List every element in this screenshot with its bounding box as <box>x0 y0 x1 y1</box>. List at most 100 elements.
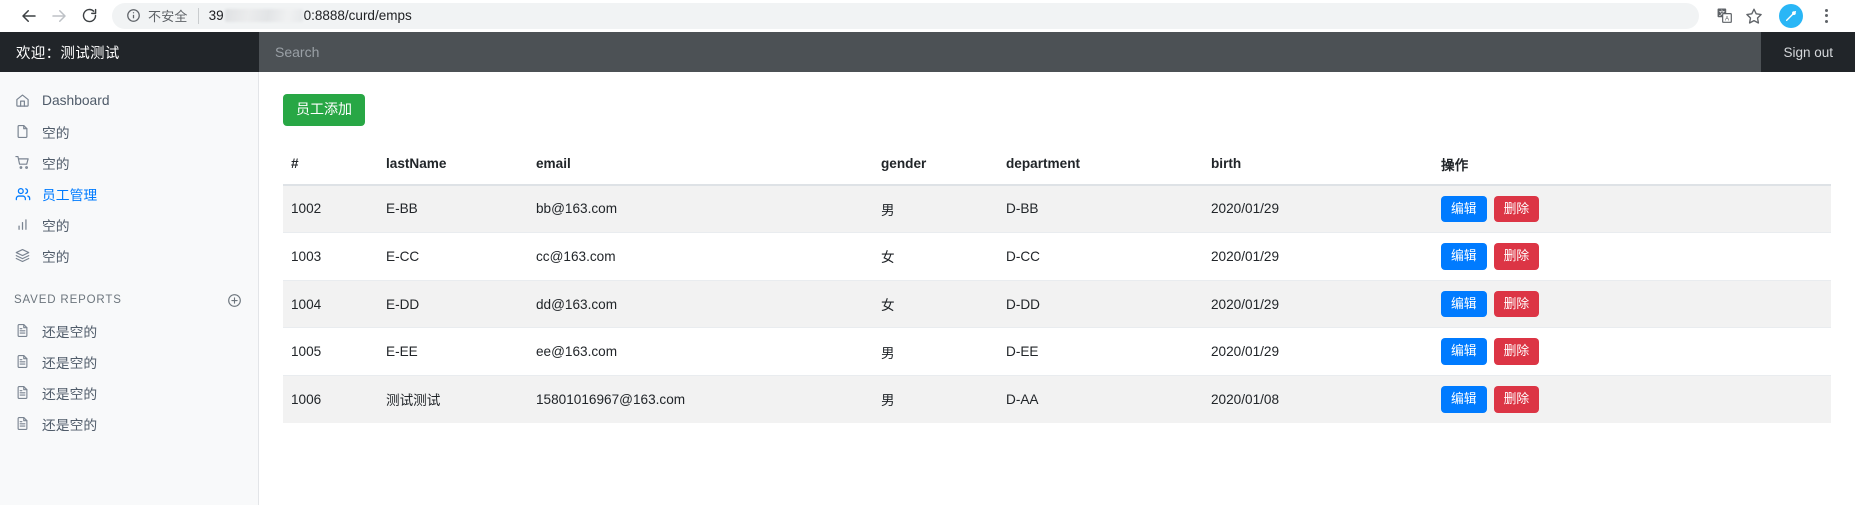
file-text-icon <box>14 353 31 370</box>
translate-button[interactable]: 文 A <box>1709 3 1739 29</box>
sidebar-item-dashboard[interactable]: Dashboard <box>0 85 258 116</box>
sidebar-report-item-2[interactable]: 还是空的 <box>0 346 258 377</box>
sign-out-button[interactable]: Sign out <box>1761 32 1855 72</box>
column-header-department: department <box>998 144 1203 186</box>
cell-id: 1005 <box>283 327 378 376</box>
column-header-birth: birth <box>1203 144 1433 186</box>
cell-operations: 编辑 删除 <box>1433 374 1831 423</box>
saved-reports-section-header: SAVED REPORTS <box>0 285 258 315</box>
sidebar-item-label: 空的 <box>42 218 70 234</box>
column-header-gender: gender <box>873 144 998 186</box>
cell-id: 1003 <box>283 232 378 281</box>
sidebar-item-cart[interactable]: 空的 <box>0 147 258 178</box>
edit-button[interactable]: 编辑 <box>1441 386 1487 413</box>
cell-department: D-CC <box>998 232 1203 281</box>
file-text-icon <box>14 384 31 401</box>
cell-department: D-DD <box>998 279 1203 328</box>
cell-birth: 2020/01/29 <box>1203 279 1433 328</box>
edit-button[interactable]: 编辑 <box>1441 195 1487 223</box>
sidebar-item-label: 员工管理 <box>42 187 98 203</box>
column-header-operations: 操作 <box>1433 144 1831 186</box>
info-circle-icon <box>126 8 141 23</box>
table-row: 1002 E-BB bb@163.com 男 D-BB 2020/01/29 编… <box>283 183 1831 233</box>
delete-button[interactable]: 删除 <box>1493 290 1540 318</box>
cell-birth: 2020/01/29 <box>1203 232 1433 281</box>
table-row: 1004 E-DD dd@163.com 女 D-DD 2020/01/29 编… <box>283 279 1831 328</box>
cell-email: ee@163.com <box>528 327 873 376</box>
sidebar-report-item-4[interactable]: 还是空的 <box>0 408 258 439</box>
security-status-label: 不安全 <box>148 9 188 24</box>
sidebar-item-chart[interactable]: 空的 <box>0 209 258 240</box>
url-redacted-segment <box>224 9 303 22</box>
edit-button[interactable]: 编辑 <box>1441 338 1487 365</box>
column-header-email: email <box>528 144 873 186</box>
cell-id: 1006 <box>283 374 378 423</box>
cell-gender: 女 <box>873 232 998 281</box>
search-container <box>259 32 1762 72</box>
cell-gender: 女 <box>873 279 998 328</box>
cell-department: D-BB <box>998 183 1203 233</box>
add-employee-button[interactable]: 员工添加 <box>283 94 365 126</box>
delete-button[interactable]: 删除 <box>1493 338 1540 365</box>
back-button[interactable] <box>14 3 44 29</box>
forward-button[interactable] <box>44 3 74 29</box>
search-input[interactable] <box>259 32 1762 72</box>
plus-circle-icon <box>228 293 241 307</box>
sidebar-item-label: Dashboard <box>42 93 110 108</box>
sidebar-report-label: 还是空的 <box>42 355 98 371</box>
url-prefix: 39 <box>208 8 224 23</box>
reload-button[interactable] <box>74 3 104 29</box>
table-row: 1006 测试测试 15801016967@163.com 男 D-AA 202… <box>283 374 1831 423</box>
employee-table: # lastName email gender department birth… <box>283 144 1831 423</box>
cell-operations: 编辑 删除 <box>1433 232 1831 281</box>
cell-gender: 男 <box>873 327 998 376</box>
address-bar[interactable]: 不安全 39 0:8888/curd/emps <box>112 2 1699 29</box>
bookmark-button[interactable] <box>1739 3 1769 29</box>
three-dot-menu-icon <box>1824 8 1828 23</box>
column-header-id: # <box>283 144 378 186</box>
delete-button[interactable]: 删除 <box>1493 195 1540 223</box>
add-report-button[interactable] <box>227 293 242 308</box>
sidebar-item-employee-management[interactable]: 员工管理 <box>0 178 258 209</box>
cell-operations: 编辑 删除 <box>1433 279 1831 328</box>
browser-menu-button[interactable] <box>1811 3 1841 29</box>
sidebar-report-label: 还是空的 <box>42 417 98 433</box>
cell-lastname: E-CC <box>378 232 528 281</box>
file-text-icon <box>14 322 31 339</box>
shopping-cart-icon <box>14 154 31 171</box>
edit-button[interactable]: 编辑 <box>1441 290 1487 318</box>
cell-id: 1002 <box>283 183 378 233</box>
users-icon <box>14 185 31 202</box>
translate-icon: 文 A <box>1717 8 1732 23</box>
cell-birth: 2020/01/08 <box>1203 374 1433 423</box>
bar-chart-icon <box>14 216 31 233</box>
omnibox-divider <box>197 7 199 24</box>
profile-button[interactable] <box>1779 3 1803 28</box>
brand-welcome-label[interactable]: 欢迎：测试测试 <box>0 32 259 72</box>
delete-button[interactable]: 删除 <box>1493 243 1540 270</box>
main-content: 员工添加 # lastName email gender department … <box>259 72 1855 505</box>
sidebar-item-file[interactable]: 空的 <box>0 116 258 147</box>
delete-button[interactable]: 删除 <box>1493 386 1540 413</box>
sidebar-report-item-3[interactable]: 还是空的 <box>0 377 258 408</box>
cell-email: bb@163.com <box>528 183 873 233</box>
sidebar-report-label: 还是空的 <box>42 386 98 402</box>
page-body: Dashboard 空的 空的 员工管理 空的 空的 SAVED REPORTS… <box>0 72 1855 505</box>
cell-gender: 男 <box>873 374 998 423</box>
file-icon <box>14 123 31 140</box>
sidebar-item-layers[interactable]: 空的 <box>0 240 258 271</box>
url-text: 39 0:8888/curd/emps <box>209 8 412 23</box>
sidebar-report-item-1[interactable]: 还是空的 <box>0 315 258 346</box>
sidebar-item-label: 空的 <box>42 249 70 265</box>
home-icon <box>14 92 31 109</box>
cell-email: 15801016967@163.com <box>528 374 873 423</box>
table-head: # lastName email gender department birth… <box>283 144 1831 186</box>
cell-operations: 编辑 删除 <box>1433 183 1831 233</box>
table-body: 1002 E-BB bb@163.com 男 D-BB 2020/01/29 编… <box>283 183 1831 423</box>
cell-id: 1004 <box>283 279 378 328</box>
table-row: 1003 E-CC cc@163.com 女 D-CC 2020/01/29 编… <box>283 232 1831 281</box>
cell-birth: 2020/01/29 <box>1203 327 1433 376</box>
cell-department: D-AA <box>998 374 1203 423</box>
cell-birth: 2020/01/29 <box>1203 183 1433 233</box>
edit-button[interactable]: 编辑 <box>1441 243 1487 270</box>
